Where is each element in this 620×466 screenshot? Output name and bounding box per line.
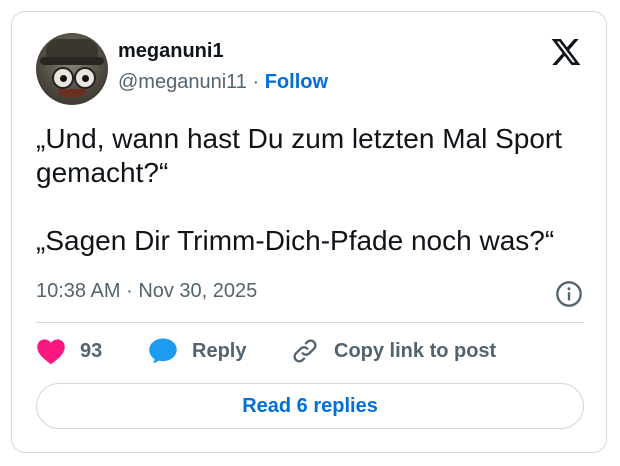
avatar-hat [40, 39, 104, 65]
reply-button[interactable]: Reply [148, 337, 246, 365]
avatar-eye-left [52, 67, 74, 89]
avatar-eye-right [74, 67, 96, 89]
copy-link-button[interactable]: Copy link to post [290, 337, 496, 365]
like-button[interactable]: 93 [36, 337, 102, 365]
divider [36, 322, 584, 323]
reply-label: Reply [192, 339, 247, 362]
author-handle-row: @meganuni11 · Follow [118, 71, 328, 94]
tweet-timestamp[interactable]: 10:38 AM · Nov 30, 2025 [36, 280, 257, 303]
tweet-paragraph-2: „Sagen Dir Trimm-Dich-Pfade noch was?“ [36, 225, 555, 256]
read-replies-button[interactable]: Read 6 replies [36, 383, 584, 429]
tweet-text: „Und, wann hast Du zum letzten Mal Sport… [36, 122, 586, 258]
info-icon[interactable] [555, 280, 583, 308]
avatar-mouth [58, 89, 86, 97]
follow-button[interactable]: Follow [265, 71, 328, 93]
reply-bubble-icon [149, 338, 177, 364]
tweet-paragraph-1: „Und, wann hast Du zum letzten Mal Sport… [36, 123, 563, 188]
avatar[interactable] [36, 33, 108, 105]
like-count: 93 [80, 339, 103, 362]
author-handle[interactable]: @meganuni11 [118, 71, 247, 93]
x-logo-icon[interactable] [550, 36, 582, 68]
tweet-card: meganuni1 @meganuni11 · Follow „Und, wan… [11, 11, 607, 453]
author-name[interactable]: meganuni1 [118, 40, 224, 63]
heart-icon [37, 339, 65, 365]
link-icon [293, 339, 317, 363]
tweet-time: 10:38 AM [36, 280, 121, 302]
tweet-date: Nov 30, 2025 [138, 280, 258, 302]
copy-link-label: Copy link to post [334, 339, 497, 362]
handle-separator: · [252, 71, 260, 93]
timestamp-separator: · [126, 280, 133, 302]
